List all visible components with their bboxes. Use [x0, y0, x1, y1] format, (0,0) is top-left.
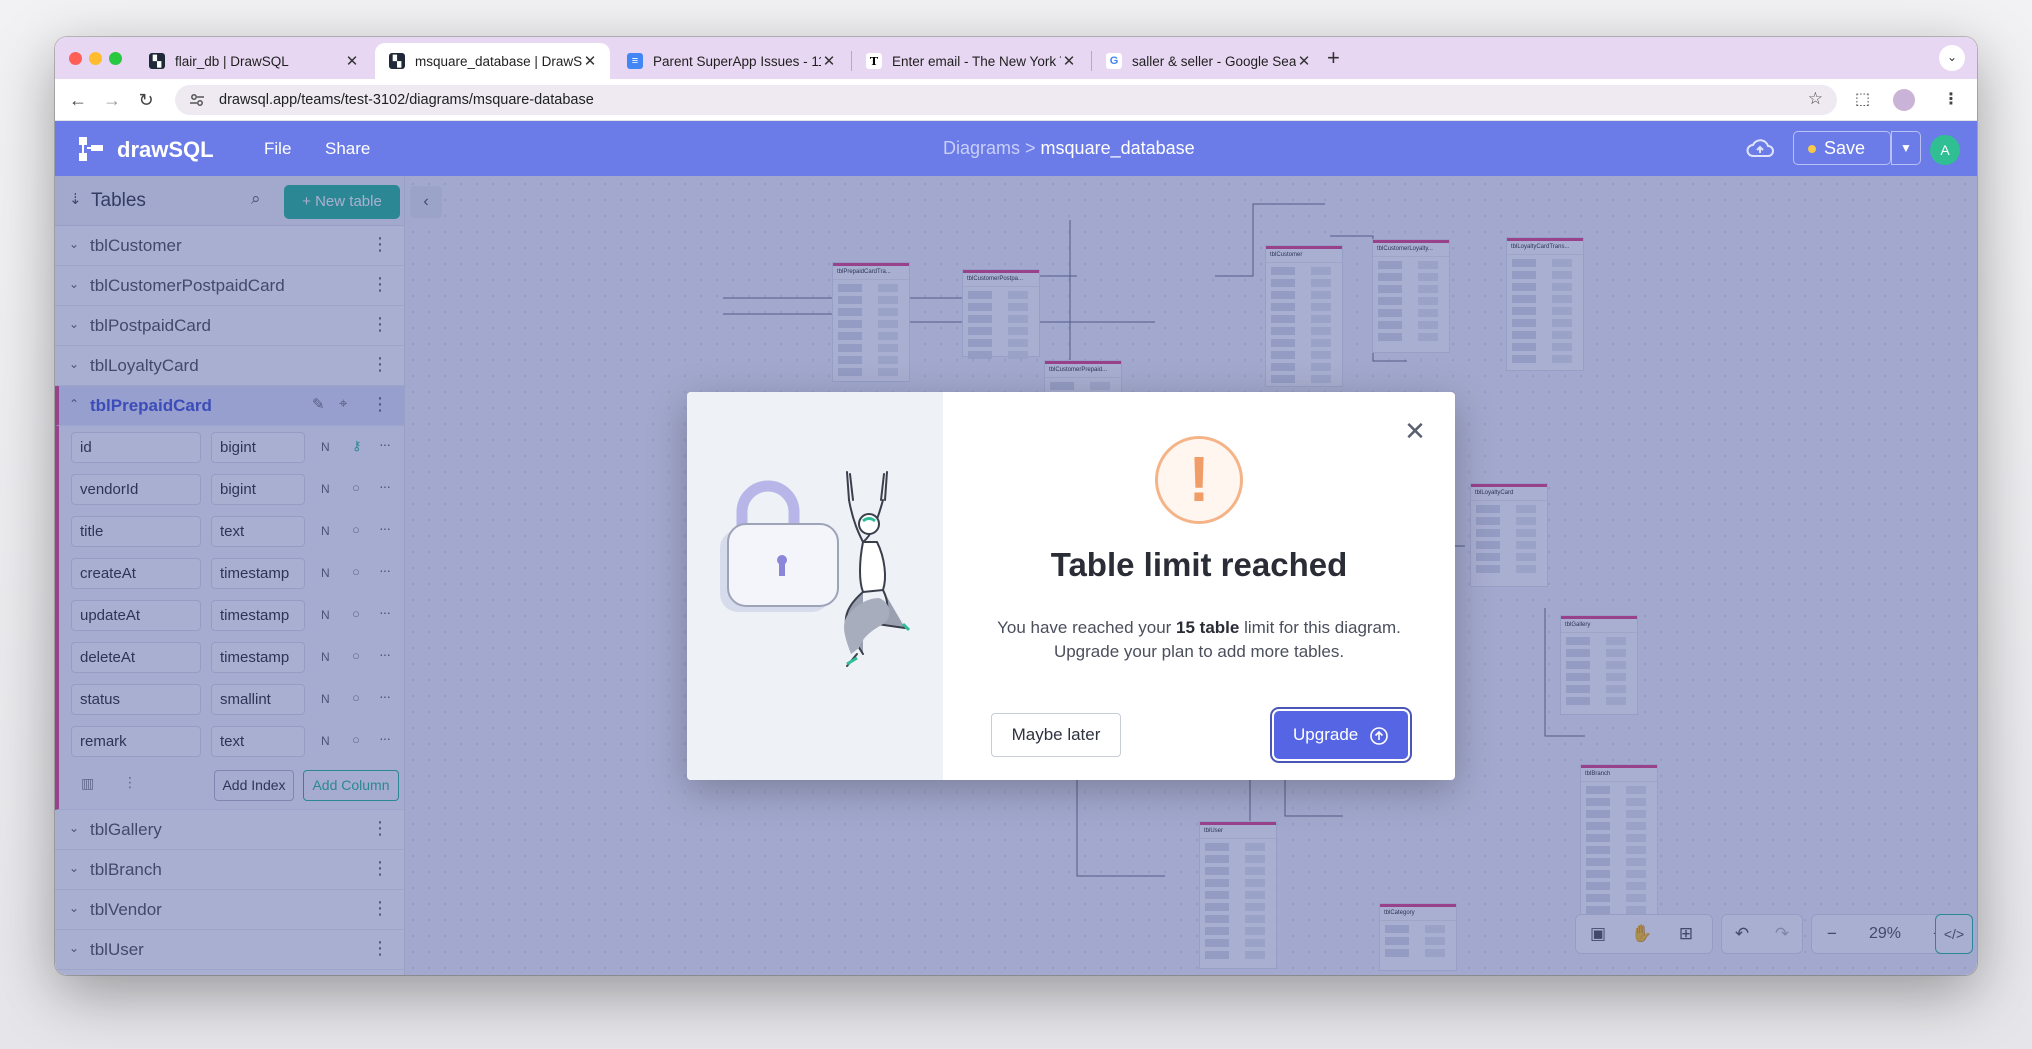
breadcrumb-diagrams[interactable]: Diagrams > [943, 138, 1036, 158]
modal-title: Table limit reached [1050, 546, 1348, 583]
unsaved-dot [1808, 145, 1816, 154]
maybe-later-button[interactable]: Maybe later [991, 713, 1121, 757]
tab-parent-superapp[interactable]: ≡ Parent SuperApp Issues - 11.1 ✕ [613, 43, 849, 79]
tab-title: msquare_database | DrawSQL [415, 53, 582, 69]
modal-message: You have reached your 15 table limit for… [963, 616, 1435, 664]
app-header: drawSQL File Share Diagrams > msquare_da… [55, 121, 1977, 176]
app-logo[interactable]: drawSQL [117, 137, 214, 163]
tab-nyt[interactable]: T Enter email - The New York Times ✕ [852, 43, 1089, 79]
drawsql-icon: ▚ [149, 53, 165, 69]
table-limit-count: 15 table [1176, 618, 1240, 637]
back-icon[interactable]: ← [65, 87, 91, 113]
tab-title: Enter email - The New York Times [892, 53, 1061, 69]
browser-toolbar: ← → ↻ drawsql.app/teams/test-3102/diagra… [55, 79, 1977, 121]
address-bar[interactable]: drawsql.app/teams/test-3102/diagrams/msq… [175, 85, 1837, 115]
close-tab-icon[interactable]: ✕ [1296, 52, 1312, 70]
close-tab-icon[interactable]: ✕ [582, 52, 598, 70]
bookmark-star-icon[interactable]: ☆ [1808, 89, 1823, 109]
drawsql-logo-icon [79, 137, 103, 161]
tab-msquare-database[interactable]: ▚ msquare_database | DrawSQL ✕ [375, 43, 610, 79]
arrow-up-circle-icon [1370, 726, 1388, 745]
warning-icon: ! [1155, 436, 1243, 524]
browser-menu-icon[interactable]: ⋮ [1943, 89, 1959, 109]
tab-flair-db[interactable]: ▚ flair_db | DrawSQL ✕ [135, 43, 372, 79]
modal-illustration-panel [687, 392, 943, 780]
url-text: drawsql.app/teams/test-3102/diagrams/msq… [219, 92, 594, 108]
breadcrumb: Diagrams > msquare_database [943, 138, 1195, 159]
user-avatar[interactable]: A [1930, 135, 1960, 165]
maximize-window-button[interactable] [109, 52, 122, 65]
upgrade-label: Upgrade [1293, 725, 1359, 744]
message-prefix: You have reached your [997, 618, 1177, 637]
table-limit-modal: ✕ ! Table limit reached You have reached… [687, 392, 1455, 780]
tab-strip: ▚ flair_db | DrawSQL ✕ ▚ msquare_databas… [55, 37, 1977, 79]
google-icon: G [1106, 53, 1122, 69]
share-menu[interactable]: Share [325, 139, 370, 159]
locked-padlock-illustration [720, 471, 911, 667]
tab-title: Parent SuperApp Issues - 11.1 [653, 53, 821, 69]
close-tab-icon[interactable]: ✕ [821, 52, 837, 70]
drawsql-icon: ▚ [389, 53, 405, 69]
nyt-icon: T [866, 53, 882, 69]
profile-avatar-icon[interactable] [1893, 89, 1915, 111]
message-suffix: limit for this diagram. [1239, 618, 1401, 637]
tab-search-icon[interactable]: ⌄ [1939, 45, 1965, 71]
extensions-icon[interactable]: ⬚ [1855, 89, 1870, 109]
close-tab-icon[interactable]: ✕ [1061, 52, 1077, 70]
tab-title: saller & seller - Google Search [1132, 53, 1296, 69]
new-tab-icon[interactable]: + [1327, 45, 1340, 71]
site-info-icon[interactable] [189, 92, 205, 108]
tab-title: flair_db | DrawSQL [175, 53, 289, 69]
docs-icon: ≡ [627, 53, 643, 69]
upgrade-button[interactable]: Upgrade [1274, 711, 1408, 759]
minimize-window-button[interactable] [89, 52, 102, 65]
message-line-2: Upgrade your plan to add more tables. [1053, 642, 1345, 661]
forward-icon[interactable]: → [99, 87, 125, 113]
save-label: Save [1824, 138, 1866, 158]
close-window-button[interactable] [69, 52, 82, 65]
reload-icon[interactable]: ↻ [133, 87, 159, 113]
save-button[interactable]: Save [1793, 131, 1891, 165]
file-menu[interactable]: File [264, 139, 291, 159]
diagram-name[interactable]: msquare_database [1041, 138, 1195, 158]
close-modal-icon[interactable]: ✕ [1400, 417, 1430, 447]
cloud-sync-icon [1746, 139, 1774, 157]
tab-google-search[interactable]: G saller & seller - Google Search ✕ [1092, 43, 1324, 79]
browser-window: ▚ flair_db | DrawSQL ✕ ▚ msquare_databas… [55, 37, 1977, 975]
close-tab-icon[interactable]: ✕ [344, 52, 360, 70]
save-options-chevron-icon[interactable]: ▼ [1891, 131, 1921, 165]
